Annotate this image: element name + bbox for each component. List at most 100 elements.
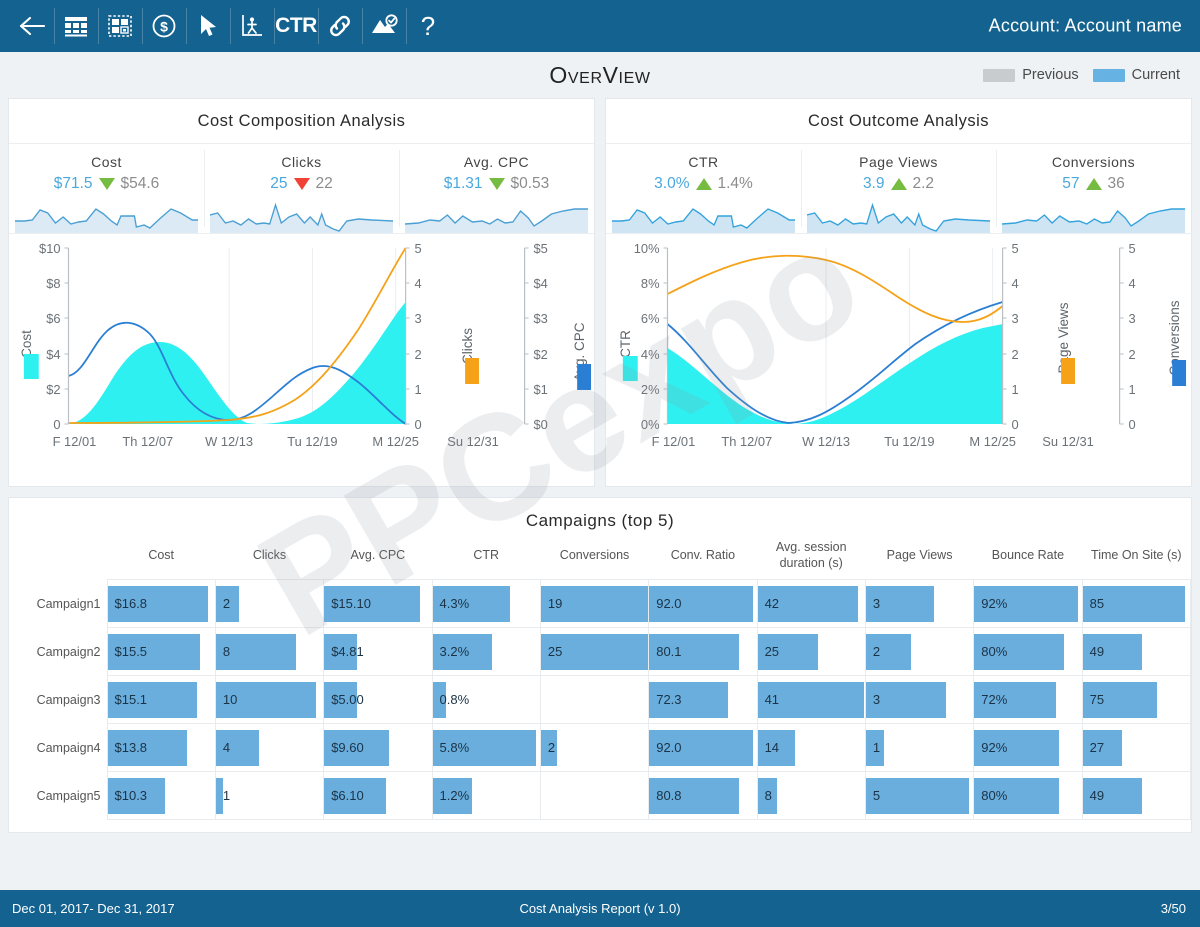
dashed-grid-icon[interactable] [98, 0, 142, 52]
table-cell[interactable]: 2 [214, 579, 325, 629]
table-cell[interactable]: 80.1 [648, 627, 758, 677]
table-cell[interactable]: $4.81 [323, 627, 433, 677]
table-cell[interactable]: 25 [539, 627, 650, 677]
sparkline-avg-cpc [405, 208, 588, 233]
image-check-icon[interactable] [362, 0, 406, 52]
table-cell[interactable]: 85 [1081, 579, 1192, 629]
kpi-previous-cost: $54.6 [120, 175, 160, 192]
kpi-page-views[interactable]: Page Views 3.9 2.2 [801, 144, 996, 233]
sparkline-cost [15, 208, 198, 233]
kpi-clicks[interactable]: Clicks 25 22 [204, 144, 399, 233]
sparkline-conversions [1002, 208, 1185, 233]
cell-bar: $4.81 [324, 633, 364, 670]
ctr-text-icon[interactable]: CTR [274, 0, 318, 52]
question-mark-icon[interactable]: ? [406, 0, 450, 52]
table-cell[interactable]: 10 [214, 675, 325, 725]
axis-title-ctr: CTR [618, 330, 633, 358]
table-cell[interactable]: 80% [973, 627, 1083, 677]
col-header-ctr: CTR [473, 547, 500, 562]
table-cell[interactable]: 92% [973, 723, 1083, 773]
y-tick-page-views: 3 [1012, 311, 1019, 326]
panel-cost-composition: Cost Composition Analysis Cost $71.5 $54… [8, 98, 595, 487]
table-cell[interactable]: $15.10 [323, 579, 433, 629]
y-tick-cost: $4 [46, 347, 60, 362]
y-tick-clicks: 2 [415, 347, 422, 362]
table-cell[interactable]: 72.3 [648, 675, 758, 725]
y-tick-cost: $2 [46, 382, 60, 397]
table-cell[interactable]: 80.8 [648, 771, 758, 821]
table-cell[interactable]: 92% [973, 579, 1083, 629]
link-chain-icon[interactable] [318, 0, 362, 52]
chart-cost-composition[interactable]: $10 $8 $6 $4 $2 0 5 4 3 2 1 0 $5 $4 $3 $… [9, 234, 594, 486]
axis-swatch-avg-cpc [577, 364, 592, 390]
cell-bar: $15.10 [324, 585, 420, 622]
table-cell[interactable]: 75 [1081, 675, 1192, 725]
table-cell[interactable]: 3.2% [431, 627, 541, 677]
table-cell[interactable]: 1.2% [431, 771, 541, 821]
y-tick-avg-cpc: $2 [534, 347, 548, 362]
table-cell[interactable]: $15.1 [106, 675, 216, 725]
table-cell[interactable]: 27 [1081, 723, 1192, 773]
axis-person-icon[interactable] [230, 0, 274, 52]
table-cell[interactable]: 49 [1081, 771, 1192, 821]
table-cell[interactable]: $9.60 [323, 723, 433, 773]
table-cell[interactable]: 4 [214, 723, 325, 773]
table-row: Campaign4 $13.8 4 $9.60 5.8% 2 92.0 14 1 92% 27 [9, 723, 1192, 773]
cell-bar: $5.00 [324, 681, 364, 718]
table-cell[interactable]: $6.10 [323, 771, 433, 821]
table-cell[interactable] [539, 675, 650, 725]
chart-cost-outcome[interactable]: 10% 8% 6% 4% 2% 0% 5 4 3 2 1 0 5 4 3 2 1… [606, 234, 1191, 486]
y-tick-avg-cpc: $3 [534, 311, 548, 326]
y-tick-cost: $8 [46, 276, 60, 291]
table-cell[interactable]: $16.8 [106, 579, 216, 629]
table-cell[interactable]: 0.8% [431, 675, 541, 725]
table-cell[interactable]: $10.3 [106, 771, 216, 821]
table-cell[interactable]: 2 [539, 723, 650, 773]
cell-bar: 42 [757, 585, 859, 622]
table-cell[interactable]: 1 [214, 771, 325, 821]
kpi-ctr[interactable]: CTR 3.0% 1.4% [606, 144, 801, 233]
table-cell[interactable]: 92.0 [648, 723, 758, 773]
table-cell[interactable]: 4.3% [431, 579, 541, 629]
cursor-arrow-icon[interactable] [186, 0, 230, 52]
table-row: Campaign1 $16.8 2 $15.10 4.3% 19 92.0 42 3 92% 85 [9, 579, 1192, 629]
table-cell[interactable]: 72% [973, 675, 1083, 725]
table-cell[interactable]: 3 [864, 579, 975, 629]
cell-bar: 4 [215, 729, 259, 766]
footer-date-range: Dec 01, 2017- Dec 31, 2017 [12, 901, 175, 916]
x-tick: Su 12/31 [1042, 434, 1094, 449]
page-views-line-series [667, 254, 1004, 323]
kpi-conversions[interactable]: Conversions 57 36 [996, 144, 1191, 233]
table-cell[interactable]: 3 [864, 675, 975, 725]
legend-swatch-previous [983, 68, 1016, 82]
cell-bar: 80% [974, 777, 1060, 814]
table-cell[interactable]: 14 [756, 723, 866, 773]
dollar-circle-icon[interactable]: $ [142, 0, 186, 52]
y-tick-clicks: 0 [415, 417, 422, 432]
table-cell[interactable]: 80% [973, 771, 1083, 821]
table-cell[interactable]: $13.8 [106, 723, 216, 773]
kpi-values-avg-cpc: $1.31 $0.53 [444, 175, 550, 193]
table-cell[interactable]: 8 [756, 771, 866, 821]
table-cell[interactable]: 41 [756, 675, 866, 725]
back-arrow-icon[interactable] [10, 0, 54, 52]
table-cell[interactable]: 42 [756, 579, 866, 629]
table-cell[interactable]: $5.00 [323, 675, 433, 725]
kpi-avg-cpc[interactable]: Avg. CPC $1.31 $0.53 [399, 144, 594, 233]
table-cell[interactable]: $15.5 [106, 627, 216, 677]
table-cell[interactable] [539, 771, 650, 821]
table-cell[interactable]: 1 [864, 723, 975, 773]
table-grid-icon[interactable] [54, 0, 98, 52]
table-cell[interactable]: 5 [864, 771, 975, 821]
table-cell[interactable]: 5.8% [431, 723, 541, 773]
kpi-current-cost: $71.5 [53, 175, 93, 192]
cell-bar: 27 [1082, 729, 1123, 766]
table-cell[interactable]: 8 [214, 627, 325, 677]
kpi-current-clicks: 25 [270, 175, 288, 192]
table-cell[interactable]: 2 [864, 627, 975, 677]
table-cell[interactable]: 92.0 [648, 579, 758, 629]
table-cell[interactable]: 49 [1081, 627, 1192, 677]
table-cell[interactable]: 19 [539, 579, 650, 629]
kpi-cost[interactable]: Cost $71.5 $54.6 [9, 144, 204, 233]
table-cell[interactable]: 25 [756, 627, 866, 677]
